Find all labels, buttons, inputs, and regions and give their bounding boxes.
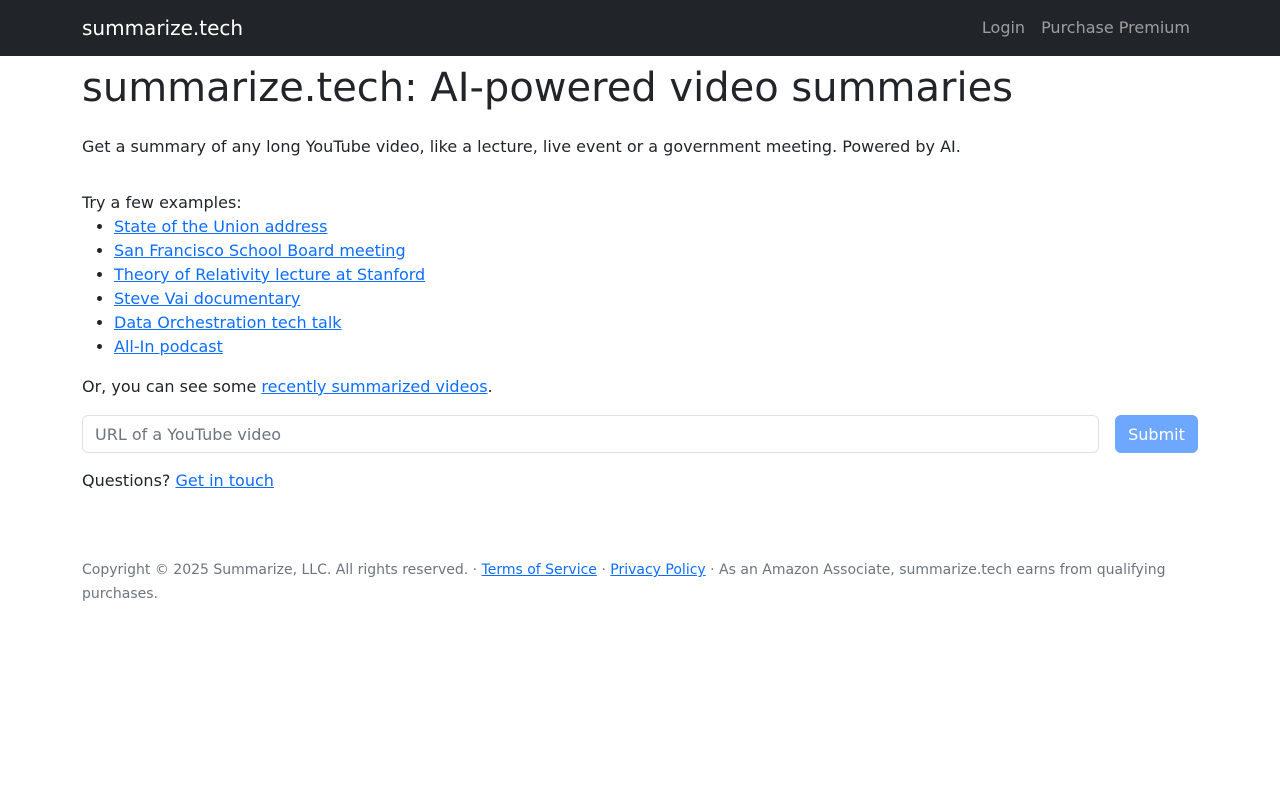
brand-link[interactable]: summarize.tech (82, 15, 243, 41)
questions-prefix: Questions? (82, 471, 176, 490)
main-content: summarize.tech: AI-powered video summari… (82, 62, 1198, 493)
url-input[interactable] (82, 415, 1099, 453)
get-in-touch-link[interactable]: Get in touch (175, 471, 273, 490)
list-item: State of the Union address (114, 215, 1198, 239)
examples-list: State of the Union address San Francisco… (82, 215, 1198, 359)
footer-separator: · (596, 562, 611, 578)
purchase-premium-link[interactable]: Purchase Premium (1041, 17, 1190, 39)
example-link-state-of-union[interactable]: State of the Union address (114, 217, 327, 236)
nav-links: Login Purchase Premium (982, 17, 1190, 39)
submit-button[interactable]: Submit (1115, 415, 1198, 453)
login-link[interactable]: Login (982, 17, 1025, 39)
example-link-data-orchestration[interactable]: Data Orchestration tech talk (114, 313, 342, 332)
example-link-steve-vai[interactable]: Steve Vai documentary (114, 289, 300, 308)
examples-label: Try a few examples: (82, 193, 242, 212)
list-item: All-In podcast (114, 335, 1198, 359)
copyright-text: Copyright © 2025 Summarize, LLC. All rig… (82, 562, 482, 578)
privacy-link[interactable]: Privacy Policy (610, 562, 705, 578)
footer: Copyright © 2025 Summarize, LLC. All rig… (82, 558, 1198, 606)
example-link-relativity[interactable]: Theory of Relativity lecture at Stanford (114, 265, 425, 284)
list-item: San Francisco School Board meeting (114, 239, 1198, 263)
lead-text: Get a summary of any long YouTube video,… (82, 137, 961, 156)
list-item: Steve Vai documentary (114, 287, 1198, 311)
recent-videos-link[interactable]: recently summarized videos (261, 377, 487, 396)
list-item: Theory of Relativity lecture at Stanford (114, 263, 1198, 287)
url-form: Submit (82, 415, 1198, 453)
terms-link[interactable]: Terms of Service (482, 562, 597, 578)
recent-text: Or, you can see some recently summarized… (82, 375, 1198, 399)
example-link-sf-school-board[interactable]: San Francisco School Board meeting (114, 241, 406, 260)
example-link-all-in[interactable]: All-In podcast (114, 337, 223, 356)
recent-suffix: . (487, 377, 493, 396)
page-title: summarize.tech: AI-powered video summari… (82, 65, 1014, 111)
list-item: Data Orchestration tech talk (114, 311, 1198, 335)
recent-prefix: Or, you can see some (82, 377, 262, 396)
navbar: summarize.tech Login Purchase Premium (0, 0, 1280, 56)
questions-text: Questions? Get in touch (82, 469, 1198, 493)
